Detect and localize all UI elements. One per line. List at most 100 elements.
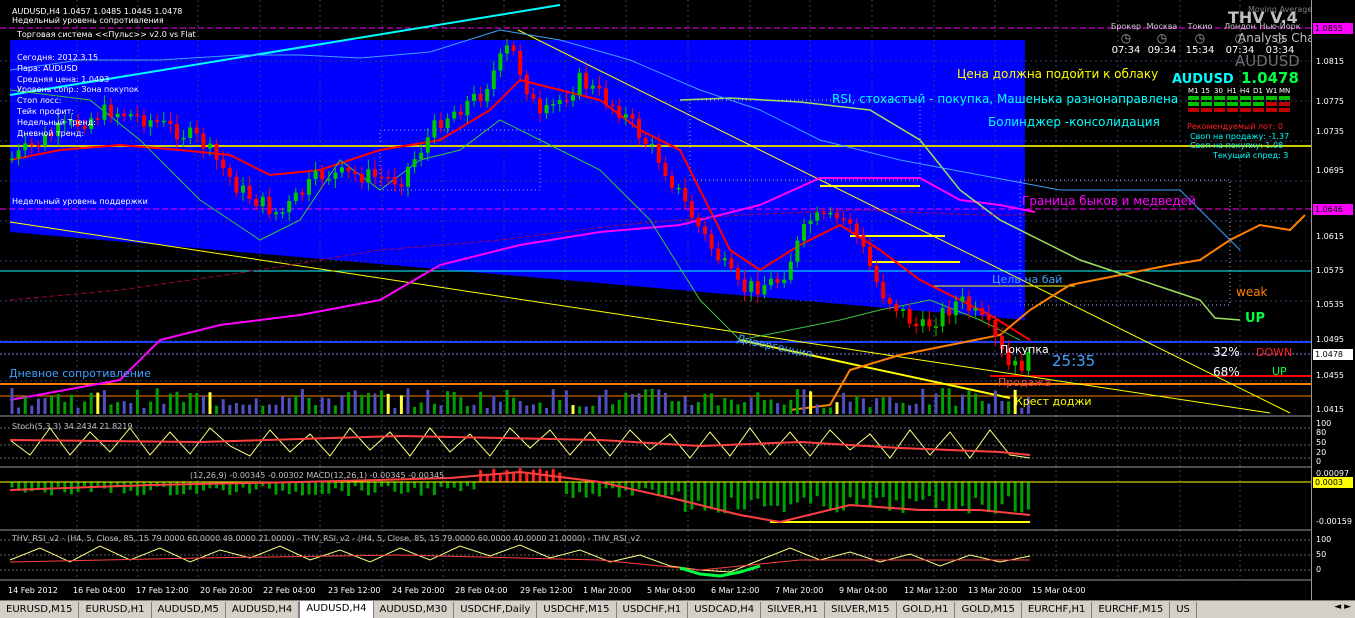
volume-bar xyxy=(413,406,417,414)
candle-body xyxy=(610,104,615,107)
macd-bar xyxy=(769,482,773,506)
chart-tab[interactable]: EURUSD,M15 xyxy=(0,602,80,618)
volume-bar xyxy=(195,393,199,414)
volume-bar xyxy=(795,389,799,414)
tab-scroll-arrows[interactable]: ◄ ► xyxy=(1332,602,1353,612)
volume-bar xyxy=(756,392,760,414)
volume-bar xyxy=(822,407,826,414)
volume-bar xyxy=(175,391,179,414)
macd-bar xyxy=(888,482,892,511)
candle-body xyxy=(366,169,371,183)
chart-tab[interactable]: EURCHF,M15 xyxy=(1092,602,1171,618)
chart-tab[interactable]: AUDUSD,M30 xyxy=(374,602,455,618)
chart-tab[interactable]: SILVER,H1 xyxy=(761,602,826,618)
volume-bar xyxy=(657,389,661,414)
volume-bar xyxy=(908,405,912,414)
volume-bar xyxy=(716,405,720,414)
volume-bar xyxy=(690,404,694,414)
macd-bar xyxy=(584,482,588,498)
macd-bar xyxy=(637,482,641,490)
volume-bar xyxy=(122,401,126,414)
volume-bar xyxy=(677,401,681,414)
candle-body xyxy=(782,279,787,283)
chart-tab[interactable]: AUDUSD,M5 xyxy=(152,602,226,618)
window-title: AUDUSD,H4 1.0457 1.0485 1.0445 1.0478 xyxy=(12,7,183,16)
candle-body xyxy=(914,323,919,327)
candle-body xyxy=(155,120,160,122)
chart-tab-active[interactable]: AUDUSD,H4 xyxy=(299,601,374,618)
clock-name: Нью-Йорк xyxy=(1259,22,1301,31)
candle-body xyxy=(280,212,285,214)
candle-body xyxy=(340,167,344,173)
candle-body xyxy=(194,127,199,134)
volume-bar xyxy=(76,407,80,414)
candle-body xyxy=(300,192,305,195)
bull-bear-label: Граница быков и медведей xyxy=(1022,194,1196,208)
candle-body xyxy=(392,177,397,185)
candle-body xyxy=(274,212,278,215)
macd-bar xyxy=(670,482,674,495)
weak-label: weak xyxy=(1236,285,1268,299)
macd-bar xyxy=(822,482,826,507)
volume-bar xyxy=(980,401,984,414)
macd-bar xyxy=(1026,482,1030,510)
chart-tab[interactable]: USDCHF,Daily xyxy=(454,602,538,618)
chart-tab[interactable]: SILVER,M15 xyxy=(825,602,897,618)
volume-bar xyxy=(954,405,958,414)
up-label: UP xyxy=(1272,365,1287,378)
candle-body xyxy=(498,53,503,71)
macd-bar xyxy=(340,482,344,492)
doji-cross-label: Крест доджи xyxy=(1015,395,1092,408)
chart-tab[interactable]: EURUSD,H1 xyxy=(79,602,152,618)
pct-down: 32% xyxy=(1213,345,1240,359)
chart-tab[interactable]: US xyxy=(1170,602,1197,618)
tf-label: MN xyxy=(1279,87,1291,95)
chart-window[interactable]: x AUDUSD,H4 1.0457 1.0485 1.0445 1.0478 … xyxy=(0,0,1355,600)
macd-bar xyxy=(690,482,694,510)
macd-bar xyxy=(135,482,139,496)
macd-level: -0.00159 xyxy=(1316,517,1352,526)
candle-body xyxy=(333,172,338,179)
candle-body xyxy=(445,118,450,129)
volume-bar xyxy=(769,399,773,414)
chart-tab[interactable]: USDCAD,H4 xyxy=(688,602,762,618)
macd-bar xyxy=(677,482,681,492)
candle-body xyxy=(551,104,556,106)
volume-bar xyxy=(314,405,318,414)
volume-bar xyxy=(261,405,265,414)
chart-canvas[interactable] xyxy=(0,0,1311,600)
price-axis[interactable]: 1.0855 1.0815 1.0775 1.0735 1.0695 1.064… xyxy=(1311,0,1355,600)
volume-bar xyxy=(749,397,753,414)
volume-bar xyxy=(545,407,549,414)
time-label: 17 Feb 12:00 xyxy=(136,586,189,595)
candle-body xyxy=(703,226,707,235)
volume-bar xyxy=(366,392,370,414)
chart-tab[interactable]: GOLD,H1 xyxy=(897,602,956,618)
macd-bar xyxy=(23,482,27,493)
volume-bar xyxy=(406,388,410,414)
ma-label: Moving Average xyxy=(1248,5,1313,14)
chart-tab[interactable]: USDCHF,H1 xyxy=(617,602,689,618)
volume-bar xyxy=(69,394,73,414)
volume-bar xyxy=(485,407,489,414)
volume-bar xyxy=(875,398,879,414)
volume-bar xyxy=(56,394,60,414)
macd-bar xyxy=(320,482,324,495)
volume-bar xyxy=(182,402,186,414)
time-label: 13 Mar 20:00 xyxy=(968,586,1022,595)
chart-tab[interactable]: AUDUSD,H4 xyxy=(226,602,300,618)
candle-body xyxy=(769,278,773,286)
candle-body xyxy=(584,72,589,89)
candle-body xyxy=(663,163,668,177)
chart-tab[interactable]: GOLD,M15 xyxy=(955,602,1022,618)
chart-tab[interactable]: EURCHF,H1 xyxy=(1022,602,1093,618)
candle-body xyxy=(590,85,595,89)
macd-bar xyxy=(815,482,819,497)
info-line: Стоп лосс: xyxy=(17,96,62,106)
chart-tab[interactable]: USDCHF,M15 xyxy=(537,602,617,618)
time-label: 6 Mar 12:00 xyxy=(711,586,760,595)
panel-swap-buy: Своп на покупку: 1.08 xyxy=(1190,141,1284,150)
pct-up: 68% xyxy=(1213,365,1240,379)
clock-time: 15:34 xyxy=(1185,45,1215,56)
time-label: 5 Mar 04:00 xyxy=(647,586,696,595)
